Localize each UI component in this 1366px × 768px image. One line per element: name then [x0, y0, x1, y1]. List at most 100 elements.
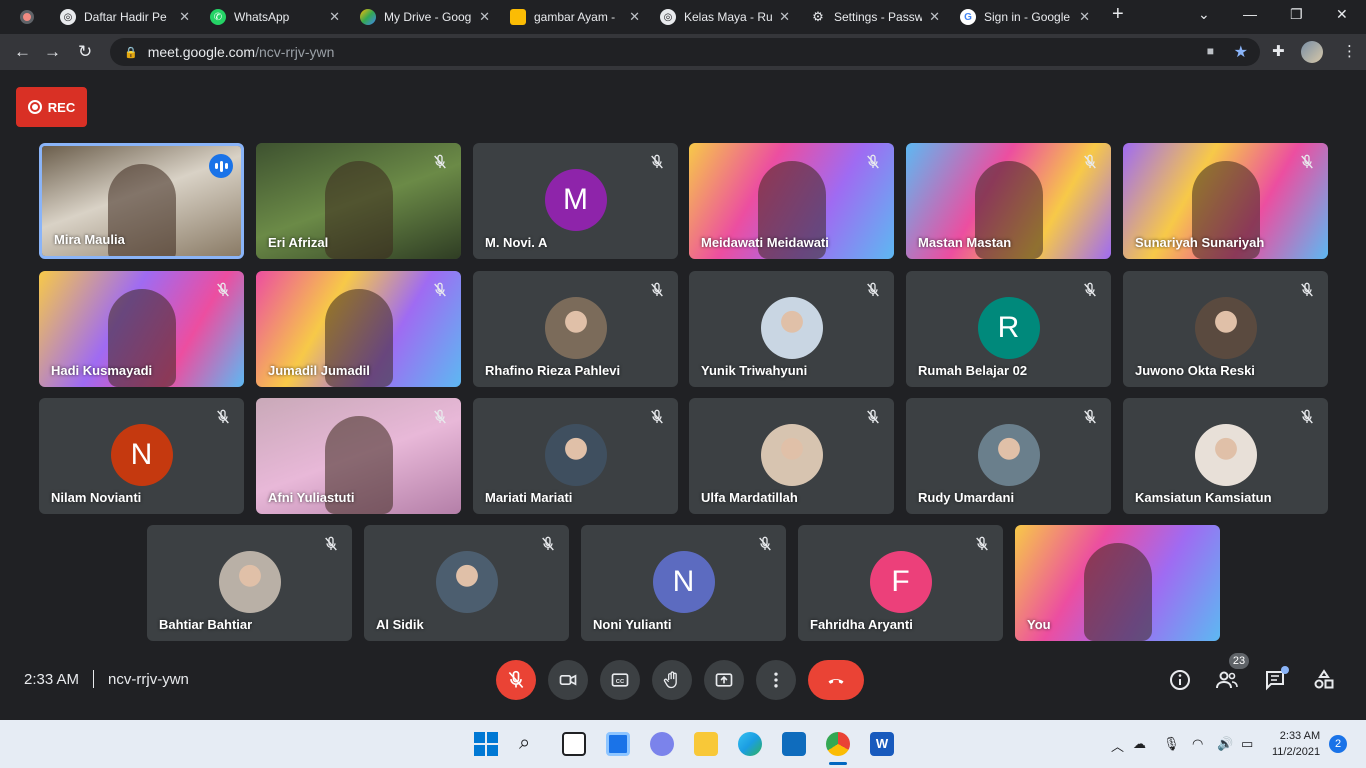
avatar [218, 551, 281, 613]
close-tab-icon[interactable]: ✕ [929, 9, 940, 25]
participant-tile[interactable]: Mira Maulia [39, 143, 244, 259]
browser-tab[interactable]: ⚙ Settings - Passw ✕ [798, 0, 948, 34]
mic-off-icon [1081, 153, 1099, 171]
close-tab-icon[interactable]: ✕ [629, 9, 640, 25]
meeting-details-button[interactable] [1167, 667, 1193, 693]
participant-tile[interactable]: Eri Afrizal [256, 143, 461, 259]
participant-tile[interactable]: N Noni Yulianti [581, 525, 786, 641]
store-icon[interactable] [782, 732, 806, 756]
tray-overflow-chevron-icon[interactable]: ︿ [1111, 736, 1124, 755]
menu-kebab-icon[interactable]: ⋮ [1342, 42, 1357, 60]
start-windows-icon[interactable] [474, 732, 498, 756]
close-tab-icon[interactable]: ✕ [329, 9, 340, 25]
profile-avatar[interactable] [1301, 41, 1323, 63]
participant-tile[interactable]: Yunik Triwahyuni [689, 271, 894, 387]
recording-badge[interactable]: REC [16, 87, 87, 127]
microphone-toggle-button[interactable] [496, 660, 536, 700]
camera-toggle-button[interactable] [548, 660, 588, 700]
chat-unread-dot [1281, 666, 1289, 674]
participant-tile[interactable]: Rhafino Rieza Pahlevi [473, 271, 678, 387]
browser-tab[interactable]: G Sign in - Google ✕ [948, 0, 1098, 34]
search-icon[interactable]: ⌕ [519, 732, 543, 756]
forward-button[interactable]: → [44, 42, 61, 62]
browser-tab[interactable]: ✆ WhatsApp ✕ [198, 0, 348, 34]
volume-icon[interactable]: 🔊 [1217, 736, 1233, 752]
browser-tab[interactable]: ◎ Daftar Hadir Pe ✕ [48, 0, 198, 34]
participant-tile[interactable]: Afni Yuliastuti [256, 398, 461, 514]
participant-name: Yunik Triwahyuni [701, 363, 808, 378]
task-view-icon[interactable] [562, 732, 586, 756]
present-screen-button[interactable] [704, 660, 744, 700]
participant-tile[interactable]: Rudy Umardani [906, 398, 1111, 514]
activities-button[interactable] [1311, 667, 1337, 693]
participant-name: Noni Yulianti [593, 617, 672, 632]
participant-tile[interactable]: Hadi Kusmayadi [39, 271, 244, 387]
notification-badge[interactable]: 2 [1329, 735, 1347, 753]
participant-tile[interactable]: Jumadil Jumadil [256, 271, 461, 387]
participant-tile[interactable]: Bahtiar Bahtiar [147, 525, 352, 641]
participant-tile[interactable]: Mastan Mastan [906, 143, 1111, 259]
meeting-info: 2:33 AM ncv-rrjv-ywn [24, 670, 189, 688]
avatar [435, 551, 498, 613]
participant-name: Ulfa Mardatillah [701, 490, 798, 505]
widgets-icon[interactable] [606, 732, 630, 756]
participant-tile[interactable]: F Fahridha Aryanti [798, 525, 1003, 641]
address-bar[interactable]: 🔒 meet.google.com/ncv-rrjv-ywn ■ ★ [110, 38, 1260, 66]
browser-tab[interactable]: ◎ Kelas Maya - Ru ✕ [648, 0, 798, 34]
teams-chat-icon[interactable] [650, 732, 674, 756]
lock-icon: 🔒 [124, 46, 138, 59]
participant-tile[interactable]: N Nilam Novianti [39, 398, 244, 514]
participant-name: M. Novi. A [485, 235, 548, 250]
bookmark-star-icon[interactable]: ★ [1234, 42, 1248, 62]
mic-off-icon [864, 281, 882, 299]
participant-tile[interactable]: M M. Novi. A [473, 143, 678, 259]
camera-icon [559, 674, 577, 686]
mic-off-icon [431, 153, 449, 171]
tab-search-chevron-icon[interactable]: ⌄ [1198, 6, 1210, 23]
close-tab-icon[interactable]: ✕ [479, 9, 490, 25]
edge-browser-icon[interactable] [738, 732, 762, 756]
back-button[interactable]: ← [14, 42, 31, 62]
captions-button[interactable]: CC [600, 660, 640, 700]
word-icon[interactable]: W [870, 732, 894, 756]
google-icon: G [960, 9, 976, 25]
browser-tab[interactable]: My Drive - Goog ✕ [348, 0, 498, 34]
onedrive-cloud-icon[interactable]: ☁ [1133, 736, 1146, 752]
participant-name: Eri Afrizal [268, 235, 329, 250]
close-window-button[interactable]: ✕ [1336, 6, 1348, 23]
participant-tile[interactable]: Kamsiatun Kamsiatun [1123, 398, 1328, 514]
restore-button[interactable]: ❐ [1290, 6, 1303, 23]
taskbar-clock[interactable]: 2:33 AM 11/2/2021 [1272, 728, 1320, 760]
participant-tile[interactable]: Juwono Okta Reski [1123, 271, 1328, 387]
microphone-tray-icon[interactable]: 🎙 [1163, 736, 1180, 752]
raise-hand-button[interactable] [652, 660, 692, 700]
participant-tile[interactable]: Sunariyah Sunariyah [1123, 143, 1328, 259]
wifi-icon[interactable]: ◠ [1192, 736, 1203, 752]
participant-name: Fahridha Aryanti [810, 617, 913, 632]
participant-tile[interactable]: Al Sidik [364, 525, 569, 641]
file-explorer-icon[interactable] [694, 732, 718, 756]
chrome-icon[interactable] [826, 732, 850, 756]
participant-tile[interactable]: Mariati Mariati [473, 398, 678, 514]
camera-permission-icon[interactable]: ■ [1207, 44, 1214, 58]
url-host: meet.google.com [147, 44, 256, 60]
participant-tile[interactable]: Ulfa Mardatillah [689, 398, 894, 514]
minimize-button[interactable]: — [1243, 6, 1257, 22]
battery-icon[interactable]: ▭ [1241, 736, 1253, 752]
leave-call-button[interactable] [808, 660, 864, 700]
close-tab-icon[interactable]: ✕ [1079, 9, 1090, 25]
browser-tab-bar: ◎ Daftar Hadir Pe ✕ ✆ WhatsApp ✕ My Drive - Go… [0, 0, 1366, 34]
extensions-icon[interactable]: ✚ [1272, 42, 1285, 60]
participant-tile[interactable]: R Rumah Belajar 02 [906, 271, 1111, 387]
people-button[interactable] [1214, 667, 1240, 693]
close-tab-icon[interactable]: ✕ [179, 9, 190, 25]
new-tab-button[interactable]: + [1112, 3, 1124, 26]
record-indicator-icon [20, 10, 34, 24]
close-tab-icon[interactable]: ✕ [779, 9, 790, 25]
mic-off-icon [648, 281, 666, 299]
participant-tile[interactable]: You [1015, 525, 1220, 641]
reload-button[interactable]: ↻ [78, 42, 92, 62]
more-options-button[interactable] [756, 660, 796, 700]
browser-tab[interactable]: gambar Ayam - ✕ [498, 0, 648, 34]
participant-tile[interactable]: Meidawati Meidawati [689, 143, 894, 259]
